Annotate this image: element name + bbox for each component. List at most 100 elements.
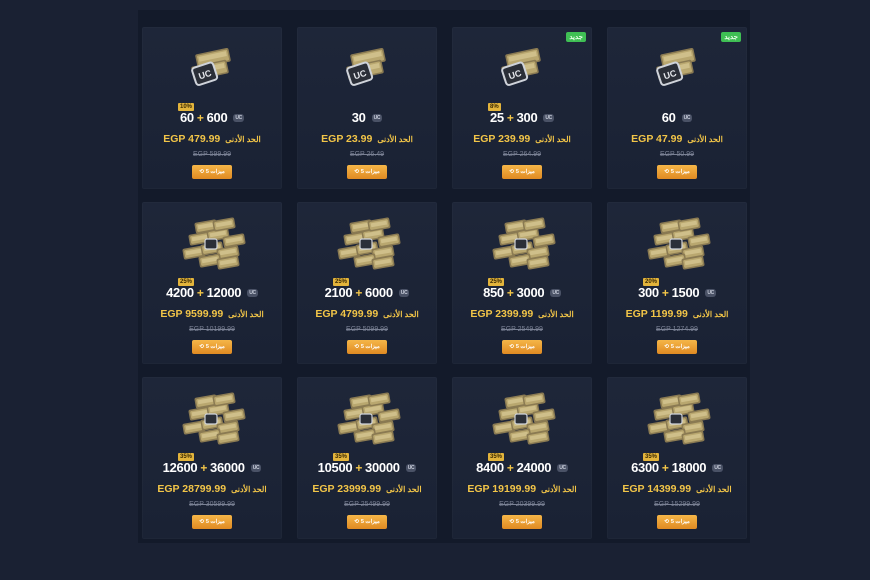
bonus-uc-amount: 1500 [671,285,700,300]
cart-icon: ⟲ [199,344,204,350]
bonus-uc-amount: 24000 [516,460,552,475]
uc-amount: 4200 + 12000 UC [142,285,282,300]
current-price: EGP 9599.99 [160,308,224,320]
base-uc-amount: 300 [638,285,659,300]
buy-button[interactable]: ⟲ 5 ميزات [502,340,542,354]
buy-button[interactable]: ⟲ 5 ميزات [192,515,232,529]
uc-amount: 60 + 600 UC [142,110,282,125]
buy-button-label: 5 ميزات [515,169,535,175]
original-price: EGP 264.99 [502,151,541,158]
base-uc-amount: 30 [351,110,366,125]
uc-currency-icon: UC [681,113,693,122]
buy-button-label: 5 ميزات [670,519,690,525]
base-uc-amount: 60 [661,110,676,125]
min-price-label: الحد الأدنى [692,309,729,319]
price-row: EGP 9599.99 الحد الأدنى [142,308,282,320]
plus-sign: + [355,285,363,300]
uc-currency-icon: UC [233,113,244,122]
uc-currency-icon: UC [250,463,262,472]
original-price: EGP 2549.99 [501,326,543,333]
min-price-label: الحد الأدنى [541,484,577,494]
plus-sign: + [355,460,363,475]
uc-currency-icon: UC [550,288,561,297]
uc-amount: 12600 + 36000 UC [142,460,282,475]
uc-package-card-8[interactable]: 20% 300 + 1500 UC EGP 1199.99 الحد الأدن… [607,202,747,364]
min-price-label: الحد الأدنى [535,134,571,144]
buy-button[interactable]: ⟲ 5 ميزات [347,340,387,354]
original-price: EGP 15299.99 [654,501,700,508]
min-price-label: الحد الأدنى [696,484,732,494]
cart-icon: ⟲ [664,519,669,525]
uc-bundle-icon [452,389,592,451]
buy-button[interactable]: ⟲ 5 ميزات [502,515,542,529]
uc-currency-icon: UC [247,288,258,297]
uc-amount: 8400 + 24000 UC [452,460,592,475]
current-price: EGP 239.99 [473,133,531,145]
current-price: EGP 479.99 [163,133,221,145]
cart-icon: ⟲ [354,344,359,350]
price-row: EGP 23999.99 الحد الأدنى [297,483,437,495]
price-row: EGP 23.99 الحد الأدنى [297,133,437,145]
uc-package-card-1[interactable]: UC 10% 60 + 600 UC EGP 479.99 الحد الأدن… [142,27,282,189]
buy-button[interactable]: ⟲ 5 ميزات [347,515,387,529]
current-price: EGP 47.99 [631,133,683,145]
uc-bundle-icon [452,214,592,276]
uc-package-card-11[interactable]: 35% 8400 + 24000 UC EGP 19199.99 الحد ال… [452,377,592,539]
uc-bundle-icon [297,389,437,451]
uc-package-card-9[interactable]: 35% 12600 + 36000 UC EGP 28799.99 الحد ا… [142,377,282,539]
price-row: EGP 19199.99 الحد الأدنى [452,483,592,495]
buy-button[interactable]: ⟲ 5 ميزات [502,165,542,179]
price-row: EGP 1199.99 الحد الأدنى [607,308,747,320]
uc-package-card-2[interactable]: UC 30 UC EGP 23.99 الحد الأدنى EGP 26.49… [297,27,437,189]
buy-button[interactable]: ⟲ 5 ميزات [657,340,697,354]
original-price: EGP 25499.99 [344,501,390,508]
buy-button-label: 5 ميزات [670,169,690,175]
buy-button[interactable]: ⟲ 5 ميزات [657,515,697,529]
cart-icon: ⟲ [664,169,669,175]
uc-package-card-4[interactable]: جديد UC 60 UC EGP 47.99 الحد الأدنى EGP … [607,27,747,189]
price-row: EGP 14399.99 الحد الأدنى [607,483,747,495]
uc-amount: 30 UC [297,110,437,125]
cart-icon: ⟲ [509,344,514,350]
price-row: EGP 479.99 الحد الأدنى [142,133,282,145]
uc-currency-icon: UC [543,113,554,122]
uc-bundle-icon [607,214,747,276]
uc-package-card-7[interactable]: 25% 850 + 3000 UC EGP 2399.99 الحد الأدن… [452,202,592,364]
plus-sign: + [200,460,208,475]
original-price: EGP 599.99 [192,151,231,158]
current-price: EGP 4799.99 [315,308,379,320]
uc-package-card-5[interactable]: 25% 4200 + 12000 UC EGP 9599.99 الحد الأ… [142,202,282,364]
buy-button-label: 5 ميزات [205,344,225,350]
uc-amount: 2100 + 6000 UC [297,285,437,300]
cart-icon: ⟲ [199,169,204,175]
current-price: EGP 28799.99 [157,483,227,495]
buy-button-label: 5 ميزات [205,169,225,175]
buy-button[interactable]: ⟲ 5 ميزات [192,340,232,354]
uc-amount: 60 UC [607,110,747,125]
base-uc-amount: 60 [179,110,194,125]
uc-currency-icon: UC [705,288,716,297]
bonus-uc-amount: 600 [206,110,228,125]
plus-sign: + [196,110,204,125]
uc-amount: 300 + 1500 UC [607,285,747,300]
plus-sign: + [196,285,204,300]
base-uc-amount: 10500 [317,460,353,475]
buy-button[interactable]: ⟲ 5 ميزات [192,165,232,179]
plus-sign: + [661,285,669,300]
uc-package-card-12[interactable]: 35% 6300 + 18000 UC EGP 14399.99 الحد ال… [607,377,747,539]
uc-bundle-icon [607,389,747,451]
uc-amount: 25 + 300 UC [452,110,592,125]
buy-button[interactable]: ⟲ 5 ميزات [657,165,697,179]
uc-currency-icon: UC [712,463,723,472]
buy-button-label: 5 ميزات [205,519,225,525]
buy-button-label: 5 ميزات [360,344,380,350]
uc-package-card-3[interactable]: جديد UC 8% 25 + 300 UC EGP 239.99 الحد ا… [452,27,592,189]
min-price-label: الحد الأدنى [231,484,267,494]
base-uc-amount: 850 [483,285,504,300]
buy-button[interactable]: ⟲ 5 ميزات [347,165,387,179]
price-row: EGP 2399.99 الحد الأدنى [452,308,592,320]
base-uc-amount: 6300 [631,460,659,475]
bonus-uc-amount: 12000 [206,285,242,300]
uc-package-card-6[interactable]: 25% 2100 + 6000 UC EGP 4799.99 الحد الأد… [297,202,437,364]
uc-package-card-10[interactable]: 35% 10500 + 30000 UC EGP 23999.99 الحد ا… [297,377,437,539]
